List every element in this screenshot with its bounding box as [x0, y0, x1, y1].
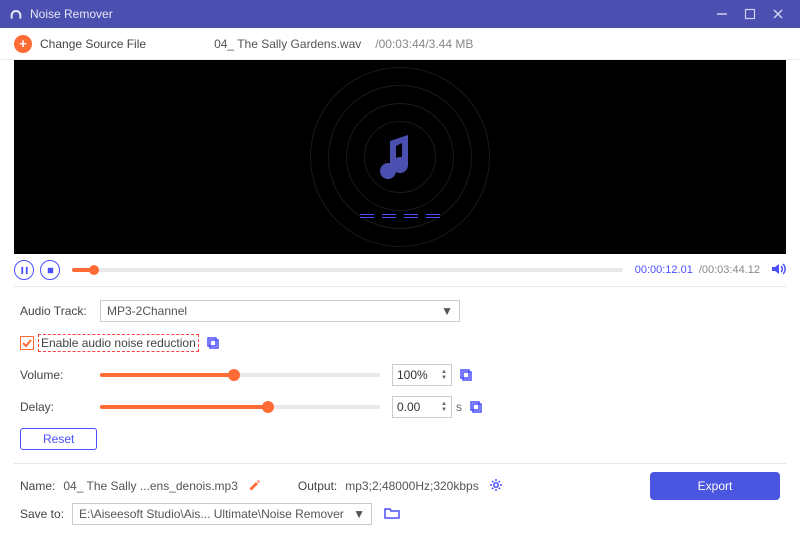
export-button[interactable]: Export [650, 472, 780, 500]
seek-slider[interactable] [72, 268, 623, 272]
change-source-label[interactable]: Change Source File [40, 37, 146, 51]
audio-track-select[interactable]: MP3-2Channel ▼ [100, 300, 460, 322]
pause-button[interactable] [14, 260, 34, 280]
volume-slider[interactable] [100, 373, 380, 377]
footer-panel: Name: 04_ The Sally ...ens_denois.mp3 Ou… [0, 464, 800, 540]
source-filename: 04_ The Sally Gardens.wav [214, 37, 361, 51]
noise-reduction-copy-icon[interactable] [205, 335, 221, 351]
noise-reduction-row: Enable audio noise reduction [20, 329, 780, 357]
delay-row: Delay: 0.00 ▲▼ s [20, 393, 780, 421]
volume-value-input[interactable]: 100% ▲▼ [392, 364, 452, 386]
volume-stepper[interactable]: ▲▼ [441, 369, 447, 381]
edit-name-icon[interactable] [248, 478, 262, 495]
source-fileinfo: /00:03:44/3.44 MB [375, 37, 473, 51]
media-preview [14, 60, 786, 254]
title-bar: Noise Remover [0, 0, 800, 28]
output-format: mp3;2;48000Hz;320kbps [345, 479, 478, 493]
stop-button[interactable] [40, 260, 60, 280]
audio-track-row: Audio Track: MP3-2Channel ▼ [20, 297, 780, 325]
save-label: Save to: [20, 507, 64, 521]
audio-track-label: Audio Track: [20, 304, 100, 318]
time-current: 00:00:12.01 [635, 264, 693, 276]
chevron-down-icon: ▼ [353, 507, 365, 521]
save-row: Save to: E:\Aiseesoft Studio\Ais... Ulti… [20, 500, 780, 528]
close-button[interactable] [764, 2, 792, 26]
output-row: Name: 04_ The Sally ...ens_denois.mp3 Ou… [20, 472, 780, 500]
minimize-button[interactable] [708, 2, 736, 26]
delay-stepper[interactable]: ▲▼ [441, 401, 447, 413]
delay-value-input[interactable]: 0.00 ▲▼ [392, 396, 452, 418]
name-label: Name: [20, 479, 55, 493]
file-toolbar: + Change Source File 04_ The Sally Garde… [0, 28, 800, 60]
delay-copy-icon[interactable] [468, 399, 484, 415]
playback-bar: 00:00:12.01/00:03:44.12 [0, 254, 800, 286]
delay-label: Delay: [20, 400, 100, 414]
open-folder-icon[interactable] [384, 506, 400, 523]
output-label: Output: [298, 479, 337, 493]
noise-reduction-label: Enable audio noise reduction [38, 334, 199, 352]
music-note-icon [376, 131, 424, 183]
app-title: Noise Remover [30, 7, 708, 21]
volume-label: Volume: [20, 368, 100, 382]
noise-reduction-checkbox[interactable] [20, 336, 34, 350]
maximize-button[interactable] [736, 2, 764, 26]
volume-row: Volume: 100% ▲▼ [20, 361, 780, 389]
reset-button[interactable]: Reset [20, 428, 97, 450]
controls-panel: Audio Track: MP3-2Channel ▼ Enable audio… [0, 287, 800, 463]
save-path-select[interactable]: E:\Aiseesoft Studio\Ais... Ultimate\Nois… [72, 503, 372, 525]
delay-unit: s [456, 400, 462, 414]
time-total: /00:03:44.12 [699, 264, 760, 276]
delay-slider[interactable] [100, 405, 380, 409]
add-source-button[interactable]: + [14, 35, 32, 53]
equalizer-icon [360, 214, 440, 218]
output-settings-icon[interactable] [489, 478, 503, 495]
volume-copy-icon[interactable] [458, 367, 474, 383]
speaker-icon[interactable] [770, 261, 786, 280]
app-icon [8, 6, 24, 22]
output-name: 04_ The Sally ...ens_denois.mp3 [63, 479, 238, 493]
chevron-down-icon: ▼ [441, 304, 453, 318]
